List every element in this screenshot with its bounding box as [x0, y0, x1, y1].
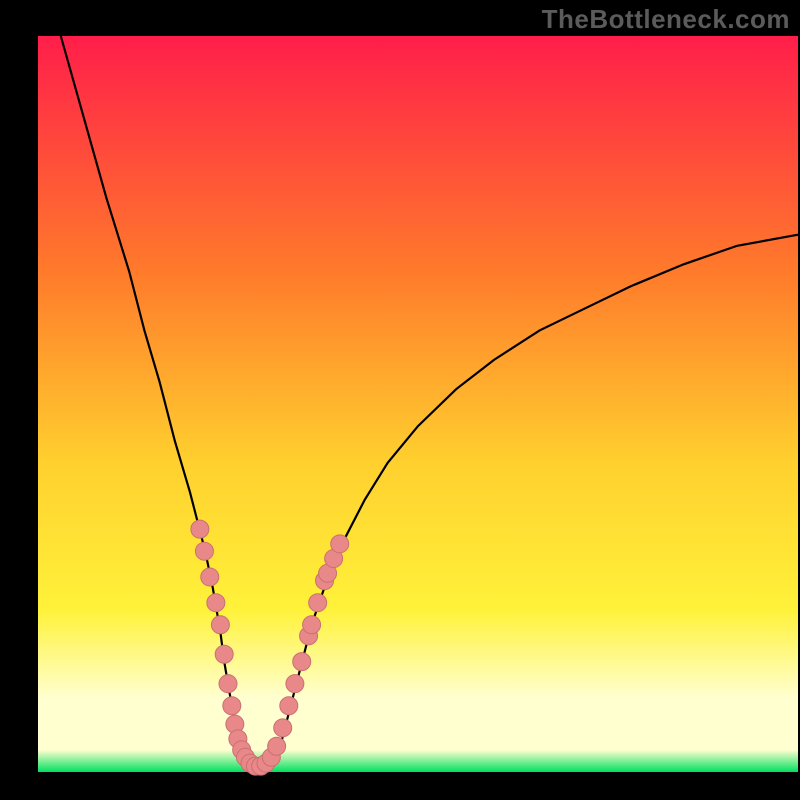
- curve-marker: [219, 675, 237, 693]
- curve-marker: [331, 535, 349, 553]
- curve-marker: [309, 594, 327, 612]
- curve-marker: [223, 697, 241, 715]
- curve-marker: [195, 542, 213, 560]
- curve-marker: [215, 645, 233, 663]
- curve-marker: [268, 737, 286, 755]
- curve-marker: [280, 697, 298, 715]
- curve-marker: [286, 675, 304, 693]
- curve-marker: [211, 616, 229, 634]
- chart-svg: [0, 0, 800, 800]
- curve-marker: [293, 653, 311, 671]
- curve-marker: [201, 568, 219, 586]
- chart-stage: TheBottleneck.com: [0, 0, 800, 800]
- watermark-text: TheBottleneck.com: [542, 4, 790, 35]
- curve-marker: [207, 594, 225, 612]
- curve-marker: [303, 616, 321, 634]
- plot-background: [38, 36, 798, 772]
- curve-marker: [191, 520, 209, 538]
- curve-marker: [274, 719, 292, 737]
